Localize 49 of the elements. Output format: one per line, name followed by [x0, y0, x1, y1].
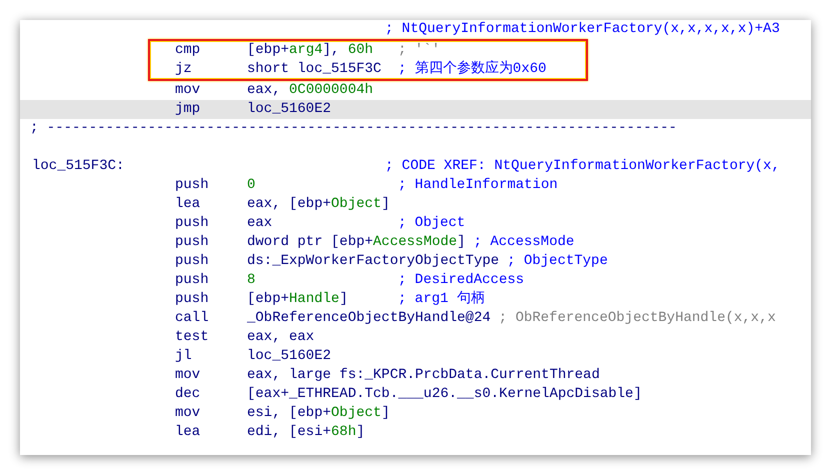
code-comment: ; ObjectType	[507, 252, 608, 271]
instruction-mnemonic: push	[175, 271, 210, 290]
instruction-operand: dword ptr [ebp+AccessMode]	[247, 233, 466, 252]
instruction-operand: short loc_515F3C	[247, 60, 382, 79]
code-comment: ; AccessMode	[473, 233, 574, 252]
code-label: loc_515F3C:	[32, 157, 126, 176]
instruction-operand: [ebp+Handle]	[247, 290, 349, 309]
instruction-mnemonic: mov	[175, 404, 202, 423]
instruction-mnemonic: push	[175, 290, 210, 309]
code-comment: ; DesiredAccess	[398, 271, 524, 290]
instruction-operand: esi, [ebp+Object]	[247, 404, 390, 423]
instruction-mnemonic: push	[175, 176, 210, 195]
code-comment: ; CODE XREF: NtQueryInformationWorkerFactory(x,	[385, 157, 780, 176]
instruction-mnemonic: dec	[175, 385, 202, 404]
instruction-mnemonic: mov	[175, 81, 202, 100]
instruction-mnemonic: push	[175, 233, 210, 252]
instruction-mnemonic: call	[175, 309, 210, 328]
instruction-operand: loc_5160E2	[247, 100, 332, 119]
instruction-operand: ds:_ExpWorkerFactoryObjectType	[247, 252, 500, 271]
instruction-operand: 8	[247, 271, 256, 290]
separator-comment: ; ---------------------------------------------------------------------------	[30, 119, 677, 138]
instruction-operand: [ebp+arg4], 60h	[247, 41, 374, 60]
instruction-operand: eax, eax	[247, 328, 316, 347]
code-comment: ; Object	[398, 214, 466, 233]
code-comment: ; HandleInformation	[398, 176, 558, 195]
instruction-mnemonic: push	[175, 252, 210, 271]
instruction-mnemonic: jz	[175, 60, 193, 79]
instruction-mnemonic: lea	[175, 195, 202, 214]
code-comment: ; ObReferenceObjectByHandle(x,x,x	[498, 309, 776, 328]
instruction-operand: eax, [ebp+Object]	[247, 195, 390, 214]
instruction-mnemonic: test	[175, 328, 210, 347]
code-comment: ; '`'	[398, 41, 440, 60]
instruction-operand: [eax+_ETHREAD.Tcb.___u26.__s0.KernelApcDisable]	[247, 385, 642, 404]
instruction-operand: 0	[247, 176, 256, 195]
instruction-operand: _ObReferenceObjectByHandle@24	[247, 309, 491, 328]
instruction-operand: loc_5160E2	[247, 347, 332, 366]
code-comment: ; NtQueryInformationWorkerFactory(x,x,x,x,x)+A3	[385, 20, 780, 39]
instruction-operand: eax	[247, 214, 274, 233]
instruction-operand: edi, [esi+68h]	[247, 423, 366, 442]
instruction-operand: eax, 0C0000004h	[247, 81, 374, 100]
instruction-operand: eax, large fs:_KPCR.PrcbData.CurrentThread	[247, 366, 600, 385]
code-comment: ; 第四个参数应为0x60	[398, 60, 546, 79]
instruction-mnemonic: jl	[175, 347, 193, 366]
code-comment: ; arg1 句柄	[398, 290, 485, 309]
instruction-mnemonic: mov	[175, 366, 202, 385]
instruction-mnemonic: cmp	[175, 41, 202, 60]
instruction-mnemonic: push	[175, 214, 210, 233]
instruction-mnemonic: jmp	[175, 100, 202, 119]
instruction-mnemonic: lea	[175, 423, 202, 442]
